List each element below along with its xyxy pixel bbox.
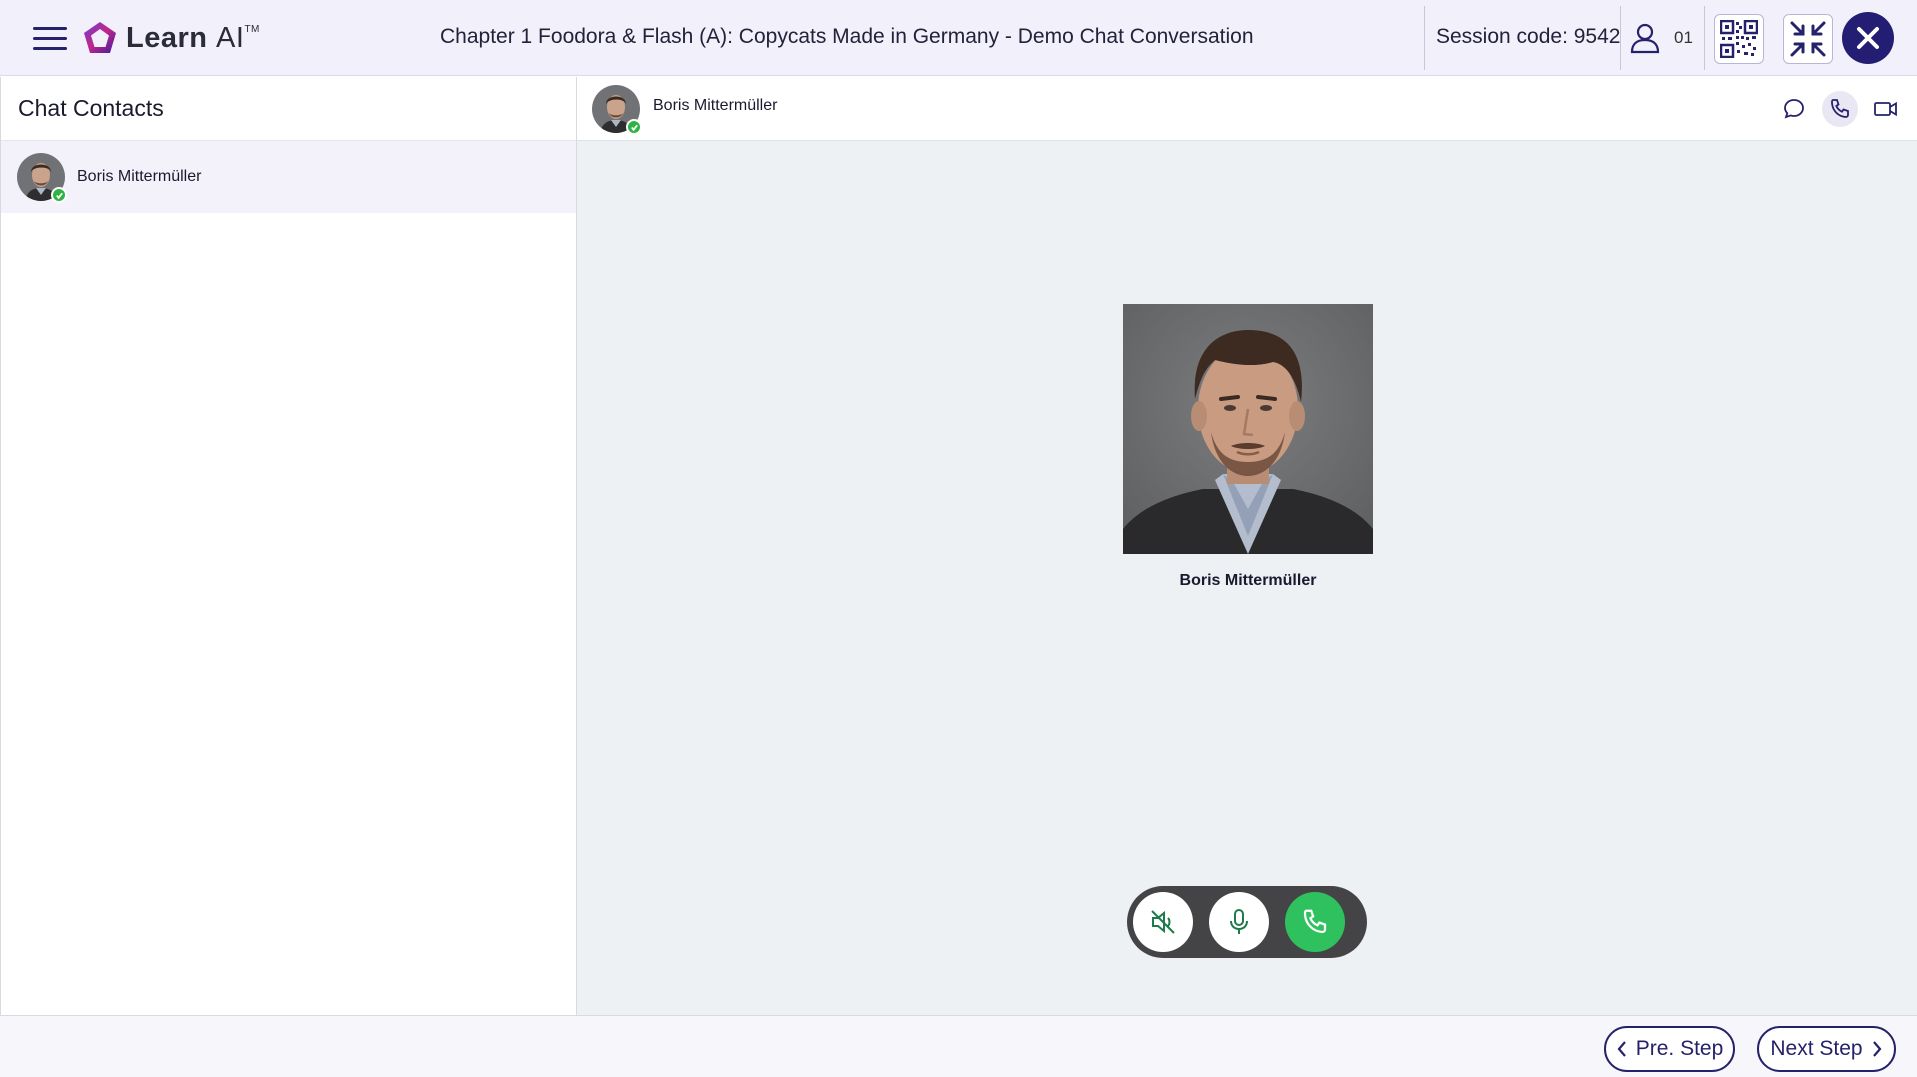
- contacts-panel: Chat Contacts Boris Mittermüller: [0, 77, 577, 1015]
- qr-code-button[interactable]: [1714, 14, 1764, 64]
- chat-header: Boris Mittermüller: [577, 77, 1917, 141]
- speaker-muted-icon: [1151, 910, 1175, 934]
- video-call-button[interactable]: [1868, 91, 1904, 127]
- chat-bubble-icon: [1784, 99, 1804, 119]
- qr-code-icon: [1720, 20, 1758, 58]
- voice-call-button[interactable]: [1822, 91, 1858, 127]
- video-icon: [1874, 101, 1897, 117]
- caller-name: Boris Mittermüller: [1179, 572, 1317, 589]
- online-status-icon: [626, 119, 642, 135]
- chat-contact-name: Boris Mittermüller: [653, 97, 778, 114]
- next-step-button[interactable]: Next Step: [1757, 1026, 1896, 1072]
- contact-name: Boris Mittermüller: [77, 168, 202, 185]
- divider: [1704, 6, 1705, 70]
- close-button[interactable]: [1842, 12, 1894, 64]
- exit-fullscreen-button[interactable]: [1783, 14, 1833, 64]
- user-count: 01: [1674, 28, 1693, 47]
- speaker-toggle-button[interactable]: [1133, 892, 1193, 952]
- divider: [1424, 6, 1425, 70]
- hamburger-menu-icon[interactable]: [30, 20, 70, 56]
- avatar: [592, 85, 642, 135]
- user-icon: [1630, 22, 1660, 54]
- pentagon-logo-icon: [84, 22, 116, 53]
- previous-step-button[interactable]: Pre. Step: [1604, 1026, 1735, 1072]
- contacts-header: Chat Contacts: [1, 77, 576, 141]
- phone-icon: [1831, 99, 1849, 118]
- chevron-right-icon: [1872, 1041, 1882, 1057]
- top-bar: Learn AITM Chapter 1 Foodora & Flash (A)…: [0, 0, 1917, 76]
- online-status-icon: [51, 187, 67, 203]
- chat-panel: Boris Mittermüller Boris Mittermüller: [577, 77, 1917, 1015]
- next-step-label: Next Step: [1770, 1037, 1863, 1060]
- microphone-button[interactable]: [1209, 892, 1269, 952]
- chat-mode-button[interactable]: [1776, 91, 1812, 127]
- page-title: Chapter 1 Foodora & Flash (A): Copycats …: [440, 25, 1254, 48]
- contact-item[interactable]: Boris Mittermüller: [1, 141, 576, 213]
- session-code: Session code: 9542: [1436, 25, 1621, 48]
- brand-name: Learn AITM: [126, 21, 260, 54]
- app-logo: Learn AITM: [82, 18, 260, 58]
- caller-photo: [1123, 304, 1373, 554]
- call-controls: [1127, 886, 1367, 958]
- divider: [1620, 6, 1621, 70]
- previous-step-label: Pre. Step: [1635, 1037, 1724, 1060]
- footer: Pre. Step Next Step: [0, 1015, 1917, 1077]
- call-button[interactable]: [1285, 892, 1345, 952]
- contacts-title: Chat Contacts: [18, 95, 164, 121]
- close-icon: [1857, 27, 1879, 49]
- avatar: [17, 153, 67, 203]
- phone-call-icon: [1303, 909, 1327, 934]
- collapse-arrows-icon: [1790, 21, 1826, 57]
- microphone-icon: [1230, 909, 1248, 934]
- chevron-left-icon: [1617, 1041, 1626, 1057]
